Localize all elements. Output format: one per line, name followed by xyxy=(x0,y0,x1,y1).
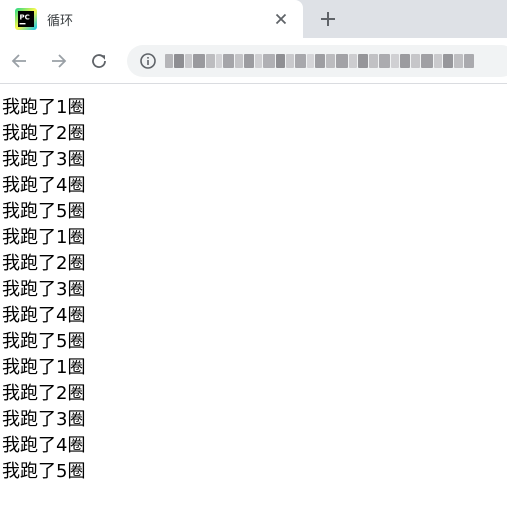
tab-strip: PC 循环 xyxy=(0,0,507,38)
arrow-right-icon[interactable] xyxy=(45,47,73,75)
page-content: 我跑了1圈 我跑了2圈 我跑了3圈 我跑了4圈 我跑了5圈 我跑了1圈 我跑了2圈 我跑了3圈… xyxy=(2,95,85,485)
browser-toolbar xyxy=(0,38,507,84)
output-line: 我跑了2圈 xyxy=(2,123,86,144)
output-line: 我跑了3圈 xyxy=(2,279,86,300)
output-line: 我跑了5圈 xyxy=(2,201,86,222)
output-line: 我跑了2圈 xyxy=(2,383,86,404)
output-line: 我跑了4圈 xyxy=(2,175,86,196)
output-line: 我跑了2圈 xyxy=(2,253,86,274)
output-line: 我跑了4圈 xyxy=(2,435,86,456)
output-line: 我跑了3圈 xyxy=(2,149,86,170)
reload-icon[interactable] xyxy=(85,47,113,75)
output-line: 我跑了1圈 xyxy=(2,97,86,118)
pycharm-icon: PC xyxy=(15,8,37,30)
info-icon[interactable] xyxy=(139,52,157,70)
plus-icon[interactable] xyxy=(314,5,342,33)
output-line: 我跑了1圈 xyxy=(2,227,86,248)
close-icon[interactable] xyxy=(269,7,293,31)
output-line: 我跑了4圈 xyxy=(2,305,86,326)
tab-title: 循环 xyxy=(47,14,74,29)
output-line: 我跑了5圈 xyxy=(2,331,86,352)
url-text-blurred xyxy=(165,54,474,68)
output-line: 我跑了1圈 xyxy=(2,357,86,378)
output-line: 我跑了3圈 xyxy=(2,409,86,430)
output-line: 我跑了5圈 xyxy=(2,461,86,482)
browser-tab[interactable]: PC 循环 xyxy=(0,0,303,38)
arrow-left-icon[interactable] xyxy=(5,47,33,75)
address-bar[interactable] xyxy=(127,45,507,77)
svg-text:PC: PC xyxy=(20,14,30,22)
